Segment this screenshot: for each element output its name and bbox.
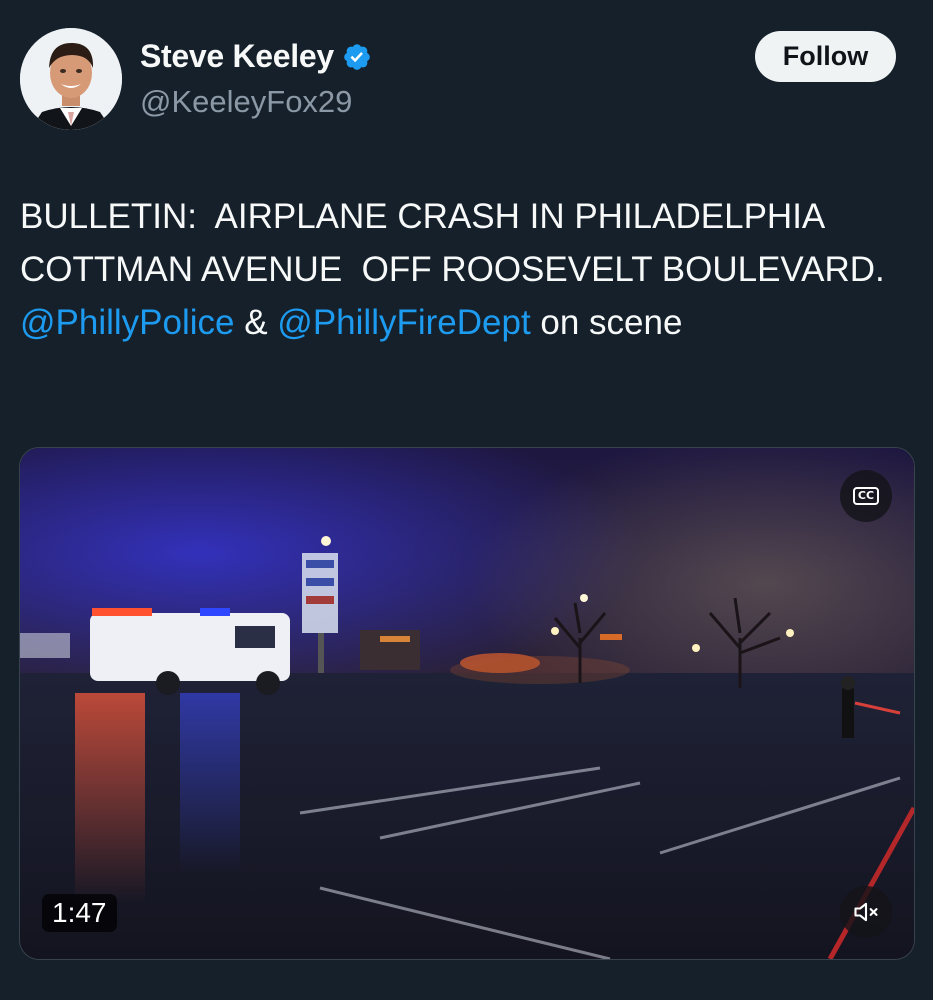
author-name-row: Steve Keeley — [140, 38, 372, 75]
follow-button[interactable]: Follow — [755, 31, 896, 82]
tweet-text-part: & — [234, 303, 278, 342]
muted-speaker-icon — [854, 902, 878, 922]
mention-link-phillyfiredept[interactable]: @PhillyFireDept — [277, 303, 530, 342]
avatar-photo — [20, 28, 122, 130]
video-duration: 1:47 — [42, 894, 117, 932]
closed-captions-button[interactable]: CC — [840, 470, 892, 522]
closed-captions-icon: CC — [852, 487, 880, 505]
mute-button[interactable] — [840, 886, 892, 938]
tweet-card: Steve Keeley @KeeleyFox29 Follow BULLETI… — [0, 0, 933, 1000]
author-handle[interactable]: @KeeleyFox29 — [140, 84, 352, 120]
tweet-text-part: BULLETIN: AIRPLANE CRASH IN PHILADELPHIA… — [20, 197, 905, 289]
tweet-text: BULLETIN: AIRPLANE CRASH IN PHILADELPHIA… — [20, 190, 920, 349]
video-player[interactable]: CC 1:47 — [19, 447, 915, 960]
video-frame — [20, 448, 914, 959]
tweet-text-part: on scene — [530, 303, 683, 342]
verified-badge-icon — [342, 42, 372, 72]
mention-link-phillypolice[interactable]: @PhillyPolice — [20, 303, 235, 342]
author-display-name[interactable]: Steve Keeley — [140, 38, 334, 75]
avatar[interactable] — [20, 28, 122, 130]
